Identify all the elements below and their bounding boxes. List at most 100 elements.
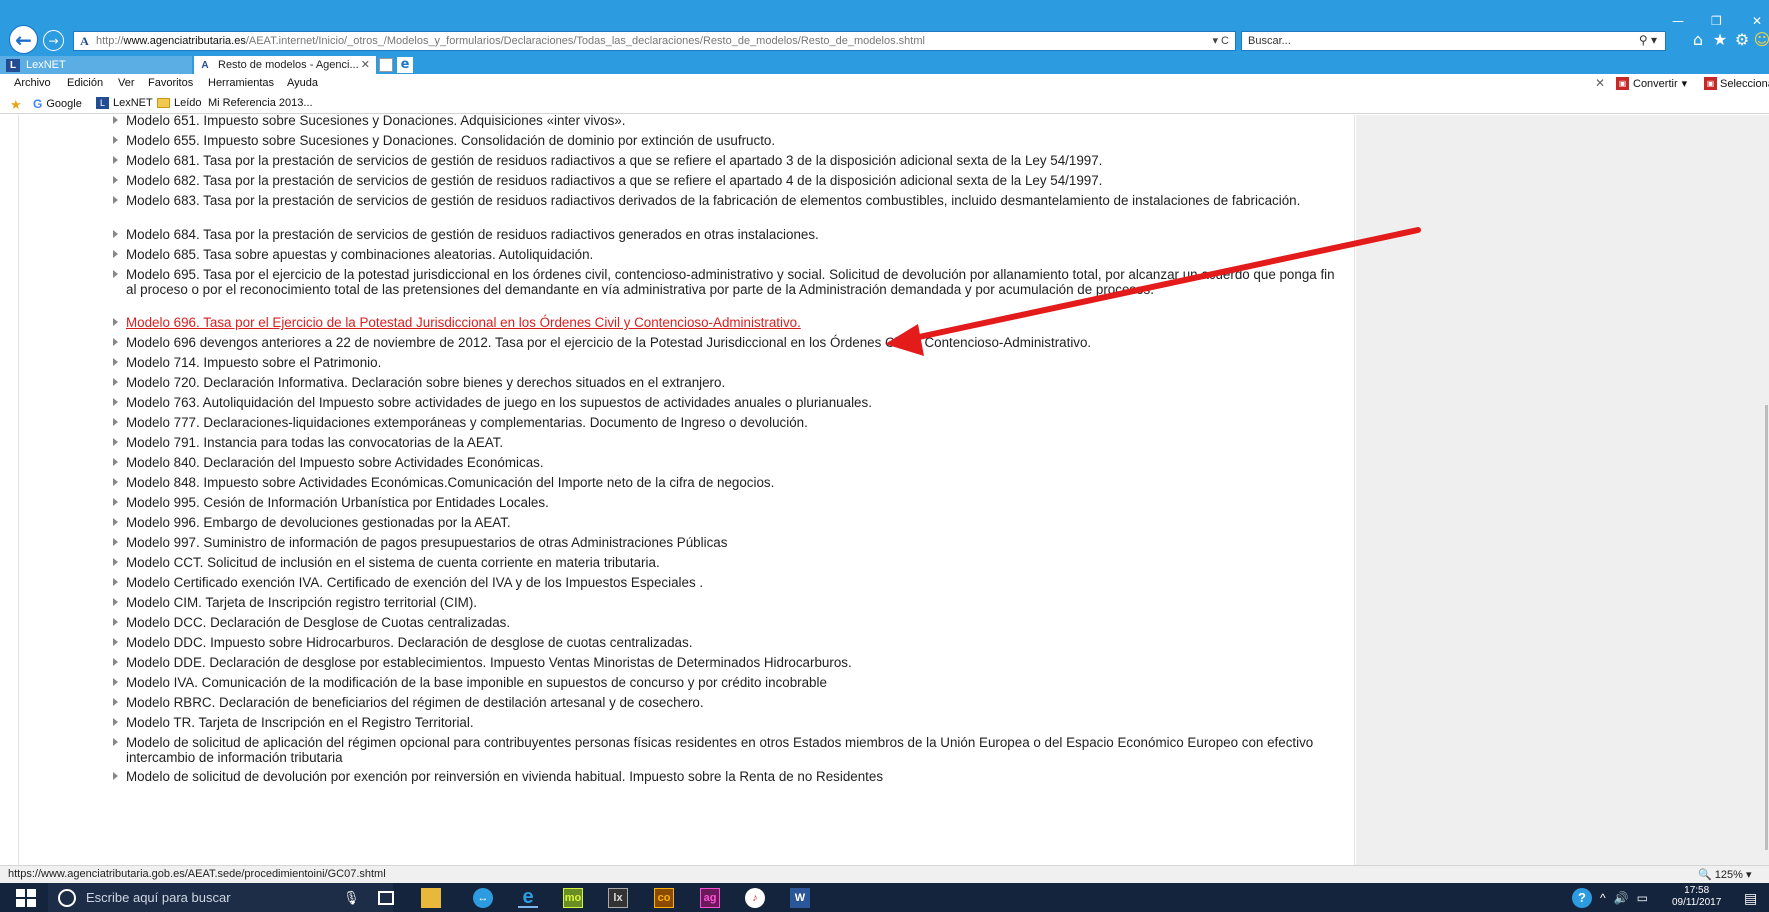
internet-explorer-icon[interactable]: e (518, 886, 538, 908)
bullet-triangle-icon (113, 598, 118, 606)
list-item-text: Modelo de solicitud de aplicación del ré… (126, 735, 1314, 765)
menu-herramientas[interactable]: Herramientas (208, 77, 274, 89)
close-window-icon[interactable]: ✕ (1752, 14, 1762, 28)
list-item: Modelo 777. Declaraciones-liquidaciones … (19, 415, 1355, 430)
list-item: Modelo 651. Impuesto sobre Sucesiones y … (19, 115, 1355, 128)
notifications-icon[interactable]: ▤ (1744, 890, 1757, 907)
minimize-icon[interactable]: — (1672, 14, 1684, 28)
smiley-icon[interactable]: ☺ (1752, 30, 1769, 50)
list-item: Modelo 791. Instancia para todas las con… (19, 435, 1355, 450)
bullet-triangle-icon (113, 136, 118, 144)
bullet-triangle-icon (113, 578, 118, 586)
scrollbar[interactable] (1765, 405, 1768, 850)
convert-label: Convertir (1633, 77, 1678, 90)
app-lx-icon[interactable]: lx (608, 888, 628, 908)
list-item: Modelo RBRC. Declaración de beneficiario… (19, 695, 1355, 710)
close-tab-icon[interactable]: ✕ (361, 58, 370, 71)
tab-label: Resto de modelos - Agenci... (218, 59, 359, 71)
list-item-text[interactable]: Modelo 696. Tasa por el Ejercicio de la … (126, 315, 801, 330)
menu-archivo[interactable]: Archivo (14, 77, 51, 89)
search-input[interactable]: Buscar... ⚲ ▾ (1241, 31, 1666, 51)
new-tab-icon[interactable] (379, 58, 393, 72)
taskbar-search-placeholder: Escribe aquí para buscar (86, 890, 231, 905)
list-item-text: Modelo 777. Declaraciones-liquidaciones … (126, 415, 808, 430)
list-item-text: Modelo CCT. Solicitud de inclusión en el… (126, 555, 660, 570)
app-ag-icon[interactable]: ag (700, 888, 720, 908)
teamviewer-icon[interactable]: ↔ (473, 888, 493, 908)
word-icon[interactable]: W (790, 888, 810, 908)
favorite-google[interactable]: G Google (33, 97, 82, 111)
list-item-text: Modelo IVA. Comunicación de la modificac… (126, 675, 827, 690)
url-field[interactable]: A http://www.agenciatributaria.es/AEAT.i… (73, 31, 1236, 51)
menu-edicion[interactable]: Edición (67, 77, 103, 89)
itunes-icon[interactable]: ♪ (745, 888, 765, 908)
close-icon[interactable]: ✕ (1595, 76, 1605, 90)
tab-resto-de-modelos[interactable]: A Resto de modelos - Agenci... ✕ (194, 56, 376, 74)
favorites-star-icon[interactable]: ★ (1710, 30, 1730, 50)
list-item-text: Modelo RBRC. Declaración de beneficiario… (126, 695, 704, 710)
select-button[interactable]: ▣ Seleccionar (1704, 77, 1769, 90)
menu-favoritos[interactable]: Favoritos (148, 77, 193, 89)
select-pdf-icon: ▣ (1704, 77, 1717, 90)
list-item: Modelo TR. Tarjeta de Inscripción en el … (19, 715, 1355, 730)
list-item-text: Modelo 720. Declaración Informativa. Dec… (126, 375, 726, 390)
app-co-icon[interactable]: co (654, 888, 674, 908)
home-icon[interactable]: ⌂ (1688, 30, 1708, 50)
ie-icon[interactable]: e (397, 57, 413, 73)
forward-button[interactable]: → (43, 30, 64, 51)
gear-icon[interactable]: ⚙ (1732, 30, 1752, 50)
bullet-triangle-icon (113, 338, 118, 346)
taskbar-search[interactable]: Escribe aquí para buscar (48, 883, 393, 912)
bullet-triangle-icon (113, 318, 118, 326)
network-icon[interactable]: ▭ (1637, 891, 1648, 905)
list-item: Modelo CCT. Solicitud de inclusión en el… (19, 555, 1355, 570)
list-item-text: Modelo 685. Tasa sobre apuestas y combin… (126, 247, 594, 262)
help-icon[interactable]: ? (1572, 887, 1592, 908)
app-mo-icon[interactable]: mo (563, 888, 583, 908)
list-item: Modelo 996. Embargo de devoluciones gest… (19, 515, 1355, 530)
bullet-triangle-icon (113, 658, 118, 666)
tab-lexnet[interactable]: L LexNET (0, 56, 192, 74)
favorite-leido[interactable]: Leído (157, 97, 202, 109)
list-item-text: Modelo Certificado exención IVA. Certifi… (126, 575, 704, 590)
bullet-triangle-icon (113, 738, 118, 746)
clock-time: 17:58 (1684, 885, 1710, 896)
menu-ayuda[interactable]: Ayuda (287, 77, 318, 89)
address-bar: — ❐ ✕ ← → A http://www.agenciatributaria… (0, 0, 1769, 56)
list-item: Modelo 681. Tasa por la prestación de se… (19, 153, 1355, 168)
task-view-icon[interactable] (378, 891, 394, 905)
list-item: Modelo 995. Cesión de Información Urbaní… (19, 495, 1355, 510)
list-item: Modelo 685. Tasa sobre apuestas y combin… (19, 247, 1355, 262)
favorite-lexnet[interactable]: L LexNET (96, 97, 153, 109)
tab-label: LexNET (26, 59, 66, 71)
bullet-triangle-icon (113, 230, 118, 238)
favorite-label: LexNET (113, 97, 153, 109)
list-item: Modelo DDE. Declaración de desglose por … (19, 655, 1355, 670)
refresh-icon[interactable]: ▾ C (1212, 34, 1229, 47)
chevron-up-icon[interactable]: ^ (1600, 891, 1606, 905)
search-icon[interactable]: ⚲ ▾ (1639, 33, 1657, 47)
list-item-text: Modelo 848. Impuesto sobre Actividades E… (126, 475, 775, 490)
volume-icon[interactable]: 🔊 (1614, 891, 1629, 905)
file-explorer-icon[interactable] (421, 888, 441, 908)
restore-icon[interactable]: ❐ (1711, 14, 1722, 28)
zoom-level[interactable]: 🔍 125% ▾ (1698, 868, 1751, 881)
lexnet-icon: L (96, 97, 109, 109)
chevron-down-icon[interactable]: ▾ (1682, 77, 1688, 90)
list-item: Modelo 684. Tasa por la prestación de se… (19, 227, 1355, 242)
list-item-text: Modelo 695. Tasa por el ejercicio de la … (126, 267, 1335, 297)
bullet-triangle-icon (113, 678, 118, 686)
clock[interactable]: 17:58 09/11/2017 (1672, 885, 1721, 909)
microphone-icon[interactable]: 🎙 (343, 890, 360, 906)
favorite-mi-referencia[interactable]: Mi Referencia 2013... (208, 97, 313, 109)
back-button[interactable]: ← (9, 25, 38, 54)
bullet-triangle-icon (113, 358, 118, 366)
list-item: Modelo 997. Suministro de información de… (19, 535, 1355, 550)
add-favorite-icon[interactable]: ★ (10, 97, 22, 113)
right-gutter (1356, 115, 1769, 865)
favorite-label: Leído (174, 97, 202, 109)
windows-start-icon[interactable] (16, 889, 36, 907)
list-item-link[interactable]: Modelo 696. Tasa por el Ejercicio de la … (19, 315, 1355, 330)
menu-ver[interactable]: Ver (118, 77, 135, 89)
convert-button[interactable]: ▣ Convertir ▾ (1616, 77, 1687, 90)
